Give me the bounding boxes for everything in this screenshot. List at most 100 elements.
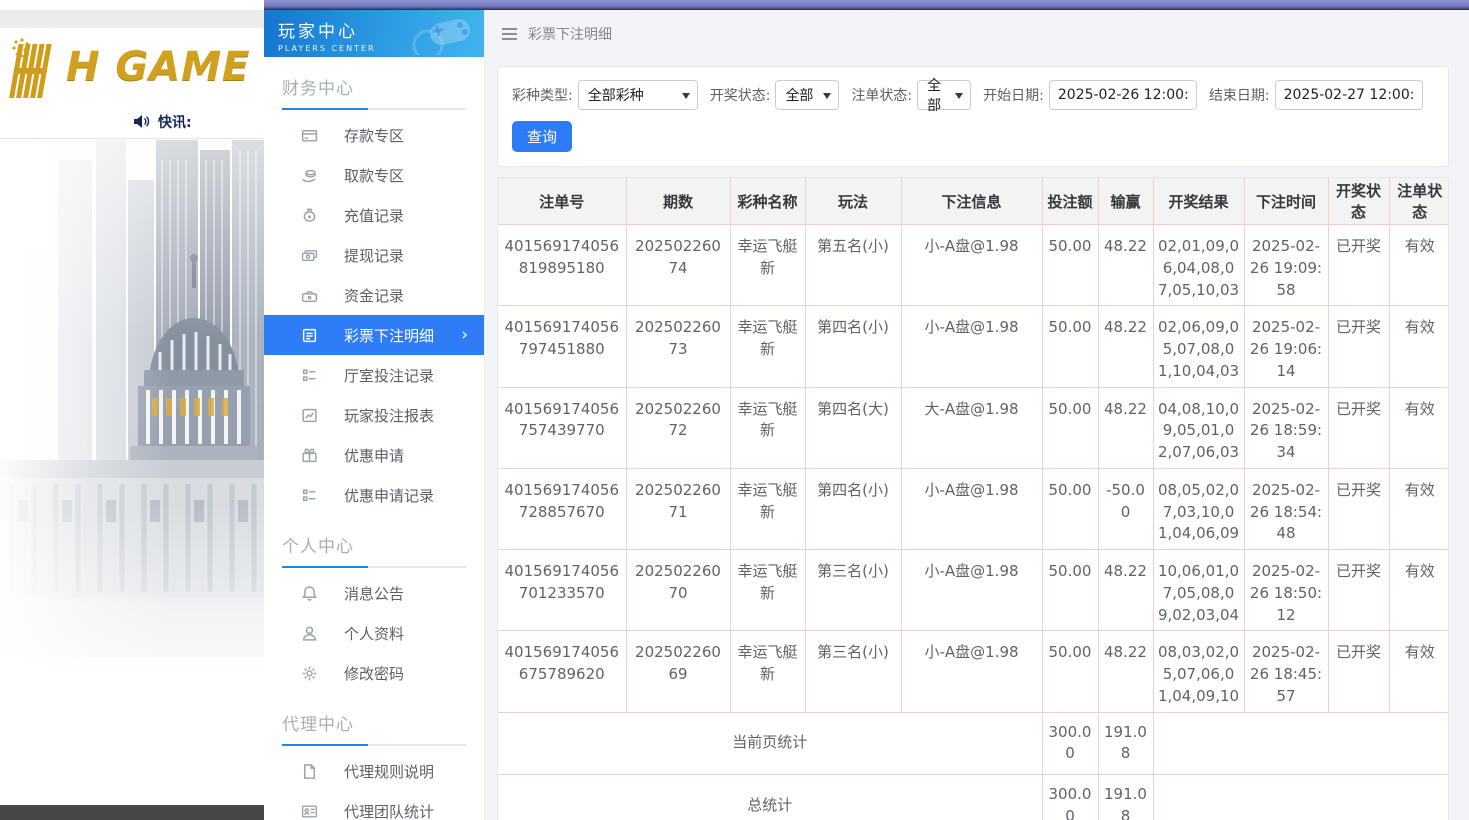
cell-bet-info: 小-A盘@1.98 (901, 306, 1042, 387)
news-ticker-bar: 快讯: (0, 105, 264, 139)
background-footer-bar (0, 805, 264, 820)
section-title-personal: 个人中心 (282, 532, 484, 557)
cell-order-id: 401569174056757439770 (498, 387, 626, 468)
end-date-label: 结束日期: (1209, 85, 1270, 105)
sidebar-item-label: 优惠申请 (344, 445, 404, 466)
table-row: 401569174056701233570 20250226070 幸运飞艇新 … (498, 550, 1449, 631)
col-bet-info: 下注信息 (901, 178, 1042, 225)
sidebar-item-change-password[interactable]: 修改密码 (264, 653, 484, 693)
cell-order-status: 有效 (1389, 225, 1449, 306)
sidebar-item-withdraw-zone[interactable]: 取款专区 (264, 155, 484, 195)
cell-result: 02,06,09,05,07,08,01,10,04,03 (1153, 306, 1244, 387)
cell-winloss: -50.00 (1098, 468, 1153, 549)
cell-period: 20250226074 (626, 225, 730, 306)
background-page: H GAME 快讯: (0, 0, 264, 820)
promo-gift-icon (300, 446, 318, 464)
table-row: 401569174056728857670 20250226071 幸运飞艇新 … (498, 468, 1449, 549)
sidebar-item-recharge-records[interactable]: 充值记录 (264, 195, 484, 235)
section-title-agent: 代理中心 (282, 710, 484, 735)
cell-result: 10,06,01,07,05,08,09,02,03,04 (1153, 550, 1244, 631)
col-time: 下注时间 (1244, 178, 1328, 225)
sidebar-item-messages[interactable]: 消息公告 (264, 573, 484, 613)
capitol-background-image (0, 140, 264, 805)
site-logo: H GAME (0, 28, 264, 105)
recharge-bag-icon (300, 206, 318, 224)
draw-status-select[interactable]: 全部 (775, 80, 839, 110)
sidebar-item-label: 优惠申请记录 (344, 485, 434, 506)
lottery-type-select[interactable]: 全部彩种 (578, 80, 698, 110)
bet-detail-list-icon (300, 326, 318, 344)
bet-details-table: 注单号 期数 彩种名称 玩法 下注信息 投注额 输赢 开奖结果 下注时间 开奖状… (497, 177, 1449, 820)
sidebar-item-player-bet-report[interactable]: 玩家投注报表 (264, 395, 484, 435)
hamburger-menu-icon[interactable] (502, 28, 517, 40)
order-status-select[interactable]: 全部 (917, 80, 971, 110)
cell-order-status: 有效 (1389, 550, 1449, 631)
cell-bet-info: 小-A盘@1.98 (901, 631, 1042, 712)
gamepad-icon (408, 15, 472, 55)
sidebar-item-agent-rules[interactable]: 代理规则说明 (264, 751, 484, 791)
cell-time: 2025-02-26 18:59:34 (1244, 387, 1328, 468)
total-summary-empty (1153, 775, 1449, 820)
hall-records-list-icon (300, 366, 318, 384)
withdraw-cash-icon (300, 246, 318, 264)
section-underline (282, 566, 466, 568)
sidebar-item-lottery-bet-details[interactable]: 彩票下注明细 › (264, 315, 484, 355)
order-status-label: 注单状态: (851, 85, 912, 105)
chevron-right-icon: › (461, 327, 468, 344)
page-title: 彩票下注明细 (528, 24, 612, 44)
sidebar-item-hall-bet-records[interactable]: 厅室投注记录 (264, 355, 484, 395)
cell-bet-info: 大-A盘@1.98 (901, 387, 1042, 468)
total-summary-label: 总统计 (498, 775, 1042, 820)
start-date-input[interactable] (1049, 80, 1197, 110)
cell-draw-status: 已开奖 (1328, 306, 1389, 387)
cell-amount: 50.00 (1042, 550, 1098, 631)
page-summary-empty (1153, 712, 1449, 775)
end-date-input[interactable] (1275, 80, 1423, 110)
page-summary-row: 当前页统计 300.00 191.08 (498, 712, 1449, 775)
sidebar-item-fund-records[interactable]: 资金记录 (264, 275, 484, 315)
sidebar-item-promo-apply[interactable]: 优惠申请 (264, 435, 484, 475)
withdraw-hand-icon (300, 166, 318, 184)
speaker-icon (133, 114, 150, 129)
cell-result: 04,08,10,09,05,01,02,07,06,03 (1153, 387, 1244, 468)
promo-records-list-icon (300, 486, 318, 504)
query-button[interactable]: 查询 (512, 121, 572, 152)
cell-period: 20250226071 (626, 468, 730, 549)
sidebar-item-deposit-zone[interactable]: 存款专区 (264, 115, 484, 155)
cell-period: 20250226069 (626, 631, 730, 712)
cell-draw-status: 已开奖 (1328, 387, 1389, 468)
bell-icon (300, 584, 318, 602)
cell-result: 08,03,02,05,07,06,01,04,09,10 (1153, 631, 1244, 712)
cell-order-status: 有效 (1389, 468, 1449, 549)
cell-lottery: 幸运飞艇新 (730, 631, 805, 712)
cell-amount: 50.00 (1042, 225, 1098, 306)
cell-play: 第三名(小) (805, 631, 901, 712)
sidebar-item-agent-team-stats[interactable]: 代理团队统计 (264, 791, 484, 820)
sidebar: 玩家中心 PLAYERS CENTER 财务中心 存款专区 取款 (264, 10, 485, 820)
cell-winloss: 48.22 (1098, 387, 1153, 468)
window-top-strip (264, 0, 1469, 10)
cell-time: 2025-02-26 18:45:57 (1244, 631, 1328, 712)
sidebar-item-label: 存款专区 (344, 125, 404, 146)
cell-time: 2025-02-26 19:06:14 (1244, 306, 1328, 387)
sidebar-item-promo-apply-records[interactable]: 优惠申请记录 (264, 475, 484, 515)
team-card-icon (300, 802, 318, 820)
sidebar-item-label: 充值记录 (344, 205, 404, 226)
sidebar-item-label: 修改密码 (344, 663, 404, 684)
cell-winloss: 48.22 (1098, 550, 1153, 631)
page-summary-label: 当前页统计 (498, 712, 1042, 775)
col-period: 期数 (626, 178, 730, 225)
cell-amount: 50.00 (1042, 631, 1098, 712)
sidebar-item-profile[interactable]: 个人资料 (264, 613, 484, 653)
cell-time: 2025-02-26 18:50:12 (1244, 550, 1328, 631)
cell-result: 08,05,02,07,03,10,01,04,06,09 (1153, 468, 1244, 549)
cell-bet-info: 小-A盘@1.98 (901, 468, 1042, 549)
news-label: 快讯: (158, 112, 192, 132)
section-underline (282, 108, 466, 110)
col-lottery: 彩种名称 (730, 178, 805, 225)
cell-bet-info: 小-A盘@1.98 (901, 550, 1042, 631)
page-summary-bet: 300.00 (1042, 712, 1098, 775)
sidebar-item-withdrawal-records[interactable]: 提现记录 (264, 235, 484, 275)
cell-order-status: 有效 (1389, 387, 1449, 468)
col-amount: 投注额 (1042, 178, 1098, 225)
